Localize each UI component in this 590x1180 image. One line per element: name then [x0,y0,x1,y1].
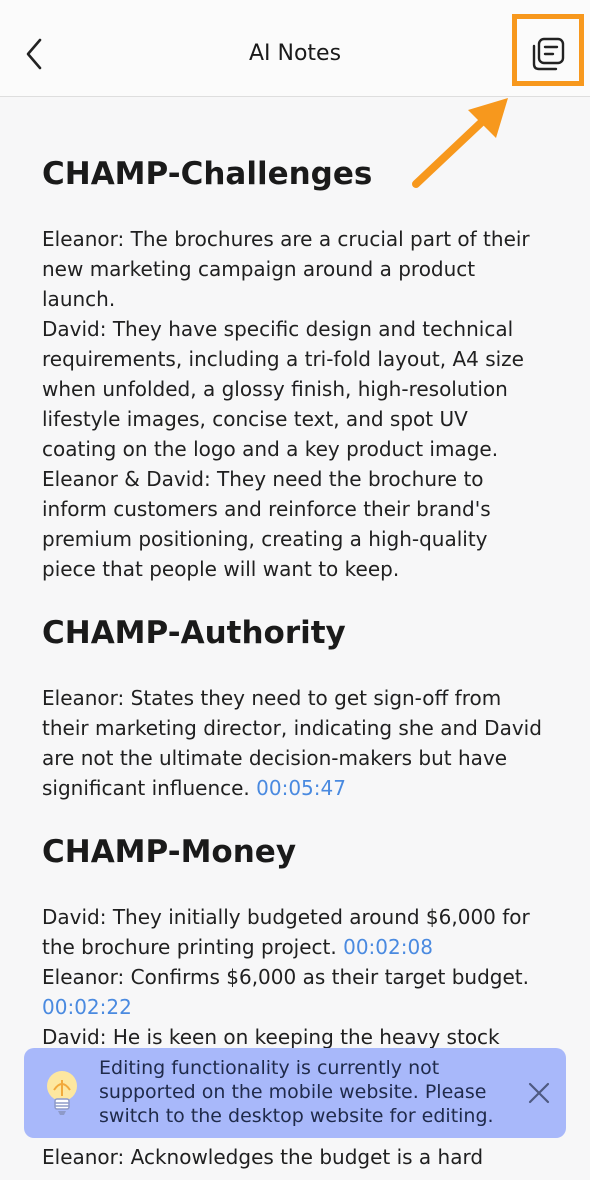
note-line: requirements, including a tri-fold layou… [42,347,524,371]
note-line: launch. [42,287,116,311]
timestamp-link[interactable]: 00:02:22 [42,995,132,1019]
app-header: AI Notes [0,0,590,97]
section-text-challenges: Eleanor: The brochures are a crucial par… [42,224,562,584]
note-line: premium positioning, creating a high-qua… [42,527,488,551]
arrow-annotation-icon [412,98,508,188]
close-icon[interactable] [526,1080,552,1106]
highlight-annotation-box [512,14,584,86]
note-line: new marketing campaign around a product [42,257,476,281]
note-line: Eleanor & David: They need the brochure … [42,467,484,491]
lightbulb-icon [47,1071,77,1115]
note-line: David: They initially budgeted around $6… [42,905,530,929]
timestamp-link[interactable]: 00:05:47 [256,776,346,800]
toast-message: Editing functionality is currently not s… [99,1056,499,1128]
note-line: when unfolded, a glossy finish, high-res… [42,377,508,401]
note-line: Eleanor: The brochures are a crucial par… [42,227,530,251]
section-heading-challenges: CHAMP-Challenges [42,156,373,192]
section-heading-money: CHAMP-Money [42,834,297,870]
note-line-text: the brochure printing project. [42,935,344,959]
toast-line: Editing functionality is currently not [99,1057,440,1079]
note-line: are not the ultimate decision-makers but… [42,746,508,770]
page-title: AI Notes [248,41,342,66]
note-line: David: They have specific design and tec… [42,317,514,341]
note-line: coating on the logo and a key product im… [42,437,499,461]
editing-notice-toast: Editing functionality is currently not s… [24,1048,566,1138]
note-line: piece that people will want to keep. [42,557,400,581]
toast-line: supported on the mobile website. Please [99,1081,487,1103]
note-line: inform customers and reinforce their bra… [42,497,491,521]
toast-line: switch to the desktop website for editin… [99,1105,494,1127]
note-line: the brochure printing project. 00:02:08 [42,932,562,962]
note-line: Eleanor: Acknowledges the budget is a ha… [42,1145,484,1169]
section-heading-authority: CHAMP-Authority [42,615,346,651]
note-line-text: significant influence. [42,776,257,800]
section-text-authority: Eleanor: States they need to get sign-of… [42,683,562,803]
note-line: their marketing director, indicating she… [42,716,542,740]
note-line: Eleanor: States they need to get sign-of… [42,686,502,710]
note-line: Eleanor: Confirms $6,000 as their target… [42,965,530,989]
timestamp-link[interactable]: 00:02:08 [343,935,433,959]
note-line: significant influence. 00:05:47 [42,773,562,803]
note-line: lifestyle images, concise text, and spot… [42,407,468,431]
note-line: 00:02:22 [42,992,562,1022]
